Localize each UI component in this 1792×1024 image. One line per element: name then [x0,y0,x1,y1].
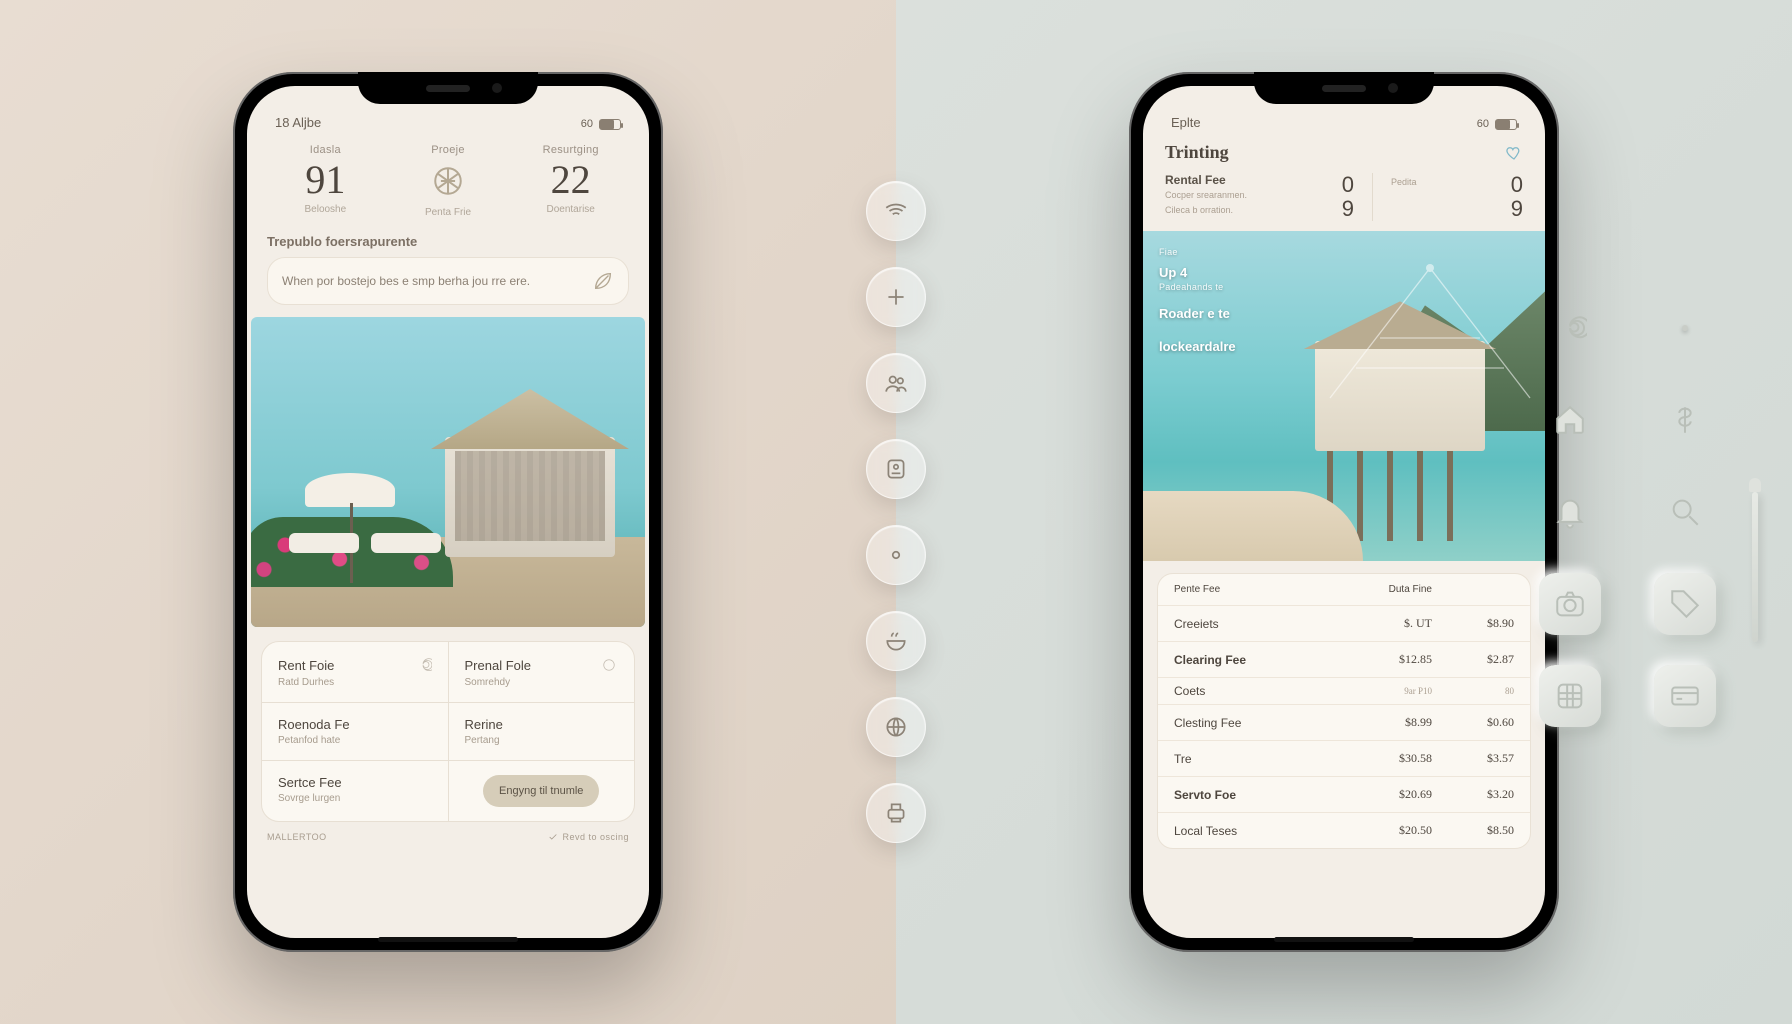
shell-icon [431,164,465,198]
cell-prenal-fee[interactable]: Prenal Fole Somrehdy [448,642,635,702]
banner-title: Trepublo foersrapurente [267,234,629,249]
battery-icon [1495,119,1517,130]
metrics-row: Idasla 91 Belooshe Proeje Penta Frie Res… [247,134,649,234]
users-icon[interactable] [866,353,926,413]
wifi-icon[interactable] [866,181,926,241]
summary-labels: Pedita [1391,173,1441,221]
cell-roenoda-fee[interactable]: Roenoda Fe Petanfod hate [262,703,448,760]
home-indicator[interactable] [1274,937,1414,942]
screen-right: Eplte 60 Trinting Rental Fee Cocper srea… [1143,86,1545,938]
footer-link[interactable]: Revd to oscing [548,832,629,842]
pin-icon [1682,325,1688,331]
table-row[interactable]: Coets 9ar P10 80 [1158,677,1530,704]
tag-icon[interactable] [1654,573,1716,635]
banner: Trepublo foersrapurente When por bostejo… [267,234,629,305]
circle-icon [600,656,618,674]
bell-icon[interactable] [1539,481,1601,543]
camera-icon[interactable] [1539,573,1601,635]
footer-brand: MALLERTOO [267,832,327,842]
footer: MALLERTOO Revd to oscing [247,822,649,842]
cell-rent-fee[interactable]: Rent Foie Ratd Durhes [262,642,448,702]
table-row[interactable]: Local Teses $20.50 $8.50 [1158,812,1530,848]
badge-icon[interactable] [866,439,926,499]
metric-3[interactable]: Resurtging 22 Doentarise [516,144,625,218]
tip-text: When por bostejo bes e smp berha jou rre… [282,274,530,288]
summary-title: Rental Fee [1165,173,1272,187]
home-indicator[interactable] [378,937,518,942]
notch [1254,72,1434,104]
cta-button[interactable]: Engyng til tnumle [483,775,599,807]
dot-icon[interactable] [866,525,926,585]
card-icon[interactable] [1654,665,1716,727]
summary-row: Rental Fee Cocper srearanmen. Cileca b o… [1143,173,1545,231]
search-icon[interactable] [1654,481,1716,543]
table-row[interactable]: Creeiets $. UT $8.90 [1158,605,1530,641]
dollar-icon[interactable] [1654,389,1716,451]
printer-icon[interactable] [866,783,926,843]
phone-left: 18 Aljbe 60 Idasla 91 Belooshe Proeje Pe… [233,72,663,952]
metric-1[interactable]: Idasla 91 Belooshe [271,144,380,218]
cell-service-fee[interactable]: Sertce Fee Sovrge lurgen [262,761,448,821]
hero-image[interactable]: Fiae Up 4 Padeahands te Roader e te lock… [1143,231,1545,561]
summary-values-2: 0 9 [1459,173,1523,221]
status-time: 18 Aljbe [275,115,321,130]
globe-icon[interactable] [866,697,926,757]
spiral-icon [414,656,432,674]
icon-tray [1532,297,1722,727]
cell-cta: Engyng til tnumle [448,761,635,821]
bowl-icon[interactable] [866,611,926,671]
table-header: Pente Fee Duta Fine [1158,574,1530,605]
metric-2[interactable]: Proeje Penta Frie [394,144,503,218]
notch [358,72,538,104]
perspective-overlay-icon [1320,258,1540,408]
summary-values: 0 9 [1290,173,1354,221]
check-icon [548,832,558,842]
battery-icon [599,119,621,130]
cell-rerine[interactable]: Rerine Pertang [448,703,635,760]
page-header: Trinting [1143,134,1545,173]
plus-icon[interactable] [866,267,926,327]
status-label: Eplte [1171,115,1201,130]
status-signal: 60 [581,118,593,130]
stylus-icon [1752,492,1758,642]
tip-card[interactable]: When por bostejo bes e smp berha jou rre… [267,257,629,305]
spiral-icon[interactable] [1539,297,1601,359]
fee-grid: Rent Foie Ratd Durhes Prenal Fole Somreh… [261,641,635,822]
pricing-table: Pente Fee Duta Fine Creeiets $. UT $8.90… [1157,573,1531,849]
hero-image[interactable] [251,317,645,627]
grid-icon[interactable] [1539,665,1601,727]
hero-overlay: Fiae Up 4 Padeahands te Roader e te lock… [1159,245,1236,354]
screen-left: 18 Aljbe 60 Idasla 91 Belooshe Proeje Pe… [247,86,649,938]
leaf-icon [592,270,614,292]
table-row[interactable]: Clesting Fee $8.99 $0.60 [1158,704,1530,740]
table-row[interactable]: Tre $30.58 $3.57 [1158,740,1530,776]
phone-right: Eplte 60 Trinting Rental Fee Cocper srea… [1129,72,1559,952]
home-icon[interactable] [1539,389,1601,451]
table-row[interactable]: Clearing Fee $12.85 $2.87 [1158,641,1530,677]
page-title: Trinting [1165,142,1229,163]
center-icon-rail [866,181,926,843]
table-row[interactable]: Servto Foe $20.69 $3.20 [1158,776,1530,812]
heart-icon[interactable] [1505,144,1523,162]
